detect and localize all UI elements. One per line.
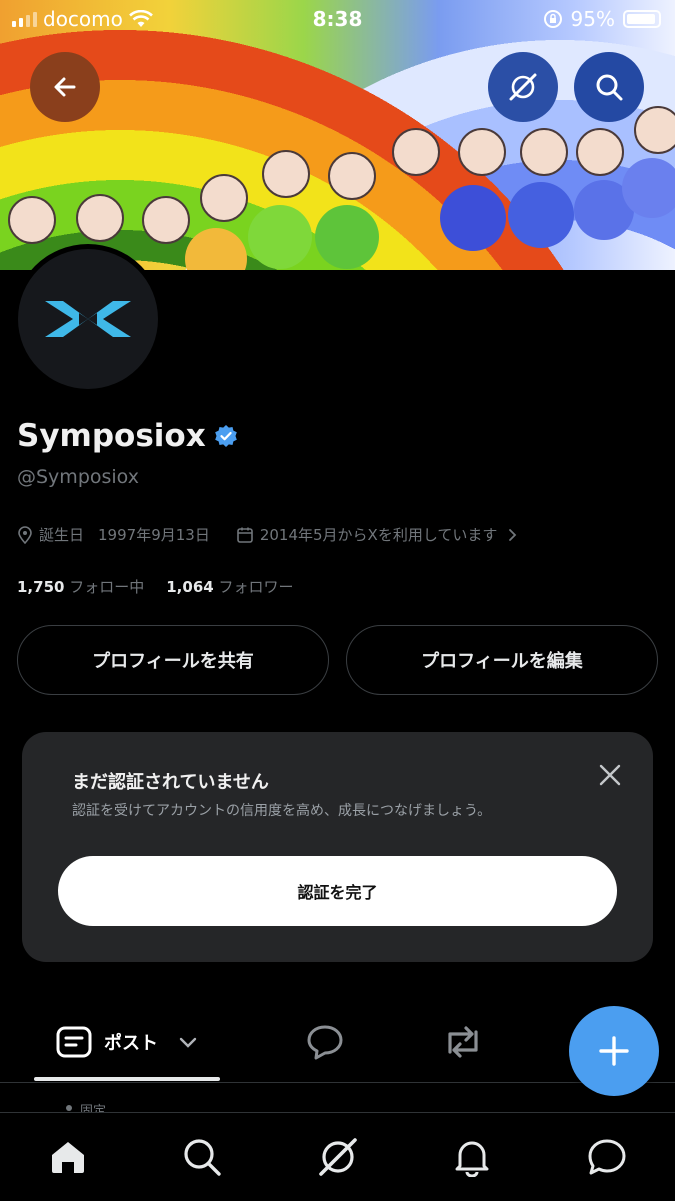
avatar[interactable] (13, 244, 163, 394)
share-profile-button[interactable]: プロフィールを共有 (17, 625, 329, 695)
follow-stats: 1,750 フォロー中 1,064 フォロワー (17, 576, 294, 597)
followers-link[interactable]: 1,064 フォロワー (166, 576, 293, 597)
battery-icon (623, 10, 661, 28)
following-link[interactable]: 1,750 フォロー中 (17, 576, 144, 597)
compose-post-button[interactable] (569, 1006, 659, 1096)
chat-bubble-icon (588, 1139, 626, 1175)
grok-button[interactable] (488, 52, 558, 122)
tab-posts-label: ポスト (104, 1033, 158, 1054)
home-icon (52, 1142, 84, 1173)
calendar-icon (237, 527, 253, 543)
tab-reposts[interactable] (428, 1002, 498, 1082)
complete-verification-button[interactable]: 認証を完了 (58, 856, 617, 926)
close-icon[interactable] (597, 762, 623, 788)
plus-icon (599, 1036, 629, 1066)
search-icon (184, 1139, 221, 1176)
search-button[interactable] (574, 52, 644, 122)
orientation-lock-icon (543, 10, 562, 28)
battery-percent: 95% (570, 7, 615, 31)
nav-notifications[interactable] (450, 1135, 494, 1179)
display-name-text: Symposiox (17, 418, 206, 454)
grok-icon (509, 73, 537, 101)
verification-subtitle: 認証を受けてアカウントの信用度を高め、成長につなげましょう。 (72, 803, 492, 819)
followers-label: フォロワー (218, 578, 294, 596)
chevron-right-icon[interactable] (507, 528, 519, 542)
repost-icon (448, 1026, 478, 1058)
username: @Symposiox (17, 466, 139, 488)
tab-replies[interactable] (290, 1002, 360, 1082)
status-bar: docomo 8:38 95% (0, 0, 675, 38)
tab-posts[interactable]: ポスト (34, 1002, 220, 1082)
tabs-divider (0, 1082, 675, 1083)
profile-banner[interactable] (0, 0, 675, 270)
grok-icon (319, 1138, 357, 1176)
nav-search[interactable] (180, 1135, 224, 1179)
arrow-left-icon (54, 77, 76, 97)
joined-date[interactable]: 2014年5月からXを利用しています (260, 524, 498, 545)
back-button[interactable] (30, 52, 100, 122)
location-pin-icon (18, 525, 32, 544)
verified-badge-icon[interactable] (214, 424, 238, 448)
posts-icon (56, 1026, 92, 1058)
verification-card: まだ認証されていません 認証を受けてアカウントの信用度を高め、成長につなげましょ… (22, 732, 653, 962)
following-label: フォロー中 (69, 578, 145, 596)
synthetix-logo-icon (45, 301, 131, 337)
profile-meta: 誕生日 1997年9月13日 2014年5月からXを利用しています (17, 524, 519, 545)
verification-title: まだ認証されていません (72, 772, 269, 793)
active-tab-indicator (34, 1077, 220, 1081)
edit-profile-button[interactable]: プロフィールを編集 (346, 625, 658, 695)
bottom-navigation (0, 1112, 675, 1201)
bell-icon (455, 1141, 489, 1177)
nav-grok[interactable] (316, 1135, 360, 1179)
chevron-down-icon[interactable] (178, 1035, 198, 1049)
birthday-label: 誕生日 (39, 526, 85, 544)
followers-count: 1,064 (166, 578, 214, 596)
nav-messages[interactable] (585, 1135, 629, 1179)
nav-home[interactable] (46, 1135, 90, 1179)
display-name: Symposiox (17, 418, 238, 454)
search-icon (596, 74, 623, 101)
speech-bubble-icon (307, 1025, 343, 1060)
following-count: 1,750 (17, 578, 65, 596)
birthday-date: 1997年9月13日 (98, 526, 210, 544)
